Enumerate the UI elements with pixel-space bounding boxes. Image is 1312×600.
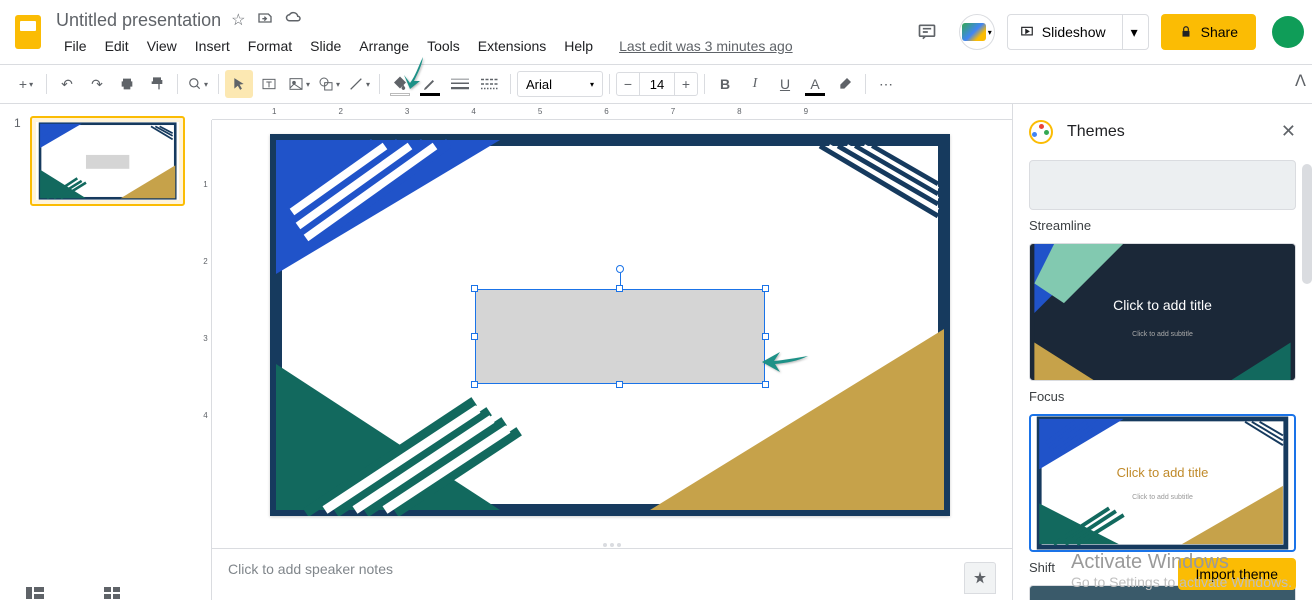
handle-bm[interactable] bbox=[616, 381, 623, 388]
slideshow-label: Slideshow bbox=[1042, 24, 1106, 40]
font-family-select[interactable]: Arial▾ bbox=[517, 71, 603, 97]
main-area: 1 1 bbox=[0, 104, 1312, 600]
themes-icon bbox=[1029, 120, 1053, 144]
menu-help[interactable]: Help bbox=[556, 36, 601, 56]
themes-panel: Themes ✕ Streamline Click to add title C… bbox=[1012, 104, 1312, 600]
theme-label-streamline: Streamline bbox=[1029, 218, 1296, 233]
thumb-preview bbox=[36, 122, 179, 200]
menu-file[interactable]: File bbox=[56, 36, 95, 56]
menu-bar: File Edit View Insert Format Slide Arran… bbox=[56, 34, 907, 58]
bold-button[interactable]: B bbox=[711, 70, 739, 98]
slide-thumb-1[interactable]: 1 bbox=[4, 112, 195, 210]
border-color-button[interactable] bbox=[416, 70, 444, 98]
speaker-notes-placeholder: Click to add speaker notes bbox=[228, 561, 393, 577]
menu-edit[interactable]: Edit bbox=[97, 36, 137, 56]
handle-tm[interactable] bbox=[616, 285, 623, 292]
slideshow-button[interactable]: Slideshow ▾ bbox=[1007, 14, 1149, 50]
move-icon[interactable] bbox=[257, 10, 273, 30]
menu-extensions[interactable]: Extensions bbox=[470, 36, 554, 56]
theme-label-focus: Focus bbox=[1029, 389, 1296, 404]
comments-icon[interactable] bbox=[907, 12, 947, 52]
slide-panel: 1 bbox=[0, 104, 200, 600]
font-size-decrease[interactable]: − bbox=[616, 72, 640, 96]
themes-list[interactable]: Streamline Click to add title Click to a… bbox=[1013, 160, 1312, 600]
themes-close-button[interactable]: ✕ bbox=[1281, 121, 1296, 142]
menu-view[interactable]: View bbox=[139, 36, 185, 56]
themes-scrollbar[interactable] bbox=[1302, 164, 1312, 284]
text-color-button[interactable]: A bbox=[801, 70, 829, 98]
handle-br[interactable] bbox=[762, 381, 769, 388]
slide-number: 1 bbox=[14, 116, 24, 206]
rotate-handle[interactable] bbox=[616, 265, 624, 273]
menu-arrange[interactable]: Arrange bbox=[351, 36, 417, 56]
windows-watermark: Activate Windows Go to Settings to activ… bbox=[1071, 551, 1292, 590]
themes-title: Themes bbox=[1067, 123, 1267, 141]
select-tool[interactable] bbox=[225, 70, 253, 98]
share-button[interactable]: Share bbox=[1161, 14, 1256, 50]
selected-shape[interactable] bbox=[475, 289, 765, 384]
menu-tools[interactable]: Tools bbox=[419, 36, 468, 56]
font-name: Arial bbox=[526, 77, 552, 92]
collapse-toolbar-button[interactable]: ᐱ bbox=[1295, 71, 1306, 91]
fill-color-button[interactable] bbox=[386, 70, 414, 98]
notes-resize-handle[interactable] bbox=[603, 543, 621, 547]
textbox-tool[interactable] bbox=[255, 70, 283, 98]
canvas-area: 123456789 1234 bbox=[200, 104, 1012, 600]
speaker-notes[interactable]: Click to add speaker notes bbox=[212, 548, 1012, 600]
image-tool[interactable] bbox=[285, 70, 313, 98]
ruler-vertical: 1234 bbox=[200, 120, 212, 600]
star-icon[interactable]: ☆ bbox=[231, 10, 245, 30]
handle-tr[interactable] bbox=[762, 285, 769, 292]
line-tool[interactable] bbox=[345, 70, 373, 98]
more-tools-button[interactable]: ⋯ bbox=[872, 70, 900, 98]
theme-title-text: Click to add title bbox=[1117, 465, 1209, 480]
cloud-icon[interactable] bbox=[285, 10, 303, 30]
theme-title-text: Click to add title bbox=[1113, 297, 1212, 313]
share-label: Share bbox=[1201, 24, 1238, 40]
handle-bl[interactable] bbox=[471, 381, 478, 388]
title-area: Untitled presentation ☆ File Edit View I… bbox=[56, 6, 907, 58]
zoom-button[interactable] bbox=[184, 70, 212, 98]
account-avatar[interactable] bbox=[1272, 16, 1304, 48]
ruler-horizontal: 123456789 bbox=[212, 104, 1012, 120]
app-logo[interactable] bbox=[8, 12, 48, 52]
last-edit-link[interactable]: Last edit was 3 minutes ago bbox=[619, 38, 793, 54]
border-weight-button[interactable] bbox=[446, 70, 474, 98]
theme-sub-text: Click to add subtitle bbox=[1132, 494, 1193, 501]
theme-sub-text: Click to add subtitle bbox=[1132, 331, 1193, 338]
toolbar: + ↶ ↷ Arial▾ − + B I U A ⋯ ᐱ bbox=[0, 64, 1312, 104]
redo-button[interactable]: ↷ bbox=[83, 70, 111, 98]
view-toggles bbox=[0, 586, 200, 600]
underline-button[interactable]: U bbox=[771, 70, 799, 98]
slideshow-dropdown[interactable]: ▾ bbox=[1122, 15, 1146, 49]
italic-button[interactable]: I bbox=[741, 70, 769, 98]
font-size-input[interactable] bbox=[640, 72, 674, 96]
menu-slide[interactable]: Slide bbox=[302, 36, 349, 56]
menu-format[interactable]: Format bbox=[240, 36, 300, 56]
theme-card-streamline[interactable]: Click to add title Click to add subtitle bbox=[1029, 243, 1296, 381]
handle-tl[interactable] bbox=[471, 285, 478, 292]
font-size-control: − + bbox=[616, 72, 698, 96]
theme-card-shift[interactable]: Click to add title Click to add subtitle bbox=[1029, 414, 1296, 552]
handle-mr[interactable] bbox=[762, 333, 769, 340]
undo-button[interactable]: ↶ bbox=[53, 70, 81, 98]
font-size-increase[interactable]: + bbox=[674, 72, 698, 96]
doc-title[interactable]: Untitled presentation bbox=[56, 10, 221, 31]
handle-ml[interactable] bbox=[471, 333, 478, 340]
new-slide-button[interactable]: + bbox=[12, 70, 40, 98]
theme-preview-partial[interactable] bbox=[1029, 160, 1296, 210]
meet-button[interactable]: ▾ bbox=[959, 14, 995, 50]
filmstrip-view-button[interactable] bbox=[26, 587, 44, 599]
border-dash-button[interactable] bbox=[476, 70, 504, 98]
menu-insert[interactable]: Insert bbox=[187, 36, 238, 56]
header: Untitled presentation ☆ File Edit View I… bbox=[0, 0, 1312, 64]
shape-tool[interactable] bbox=[315, 70, 343, 98]
grid-view-button[interactable] bbox=[104, 587, 120, 599]
print-button[interactable] bbox=[113, 70, 141, 98]
explore-button[interactable] bbox=[964, 562, 996, 594]
highlight-button[interactable] bbox=[831, 70, 859, 98]
slide-canvas[interactable] bbox=[270, 134, 950, 516]
paint-format-button[interactable] bbox=[143, 70, 171, 98]
